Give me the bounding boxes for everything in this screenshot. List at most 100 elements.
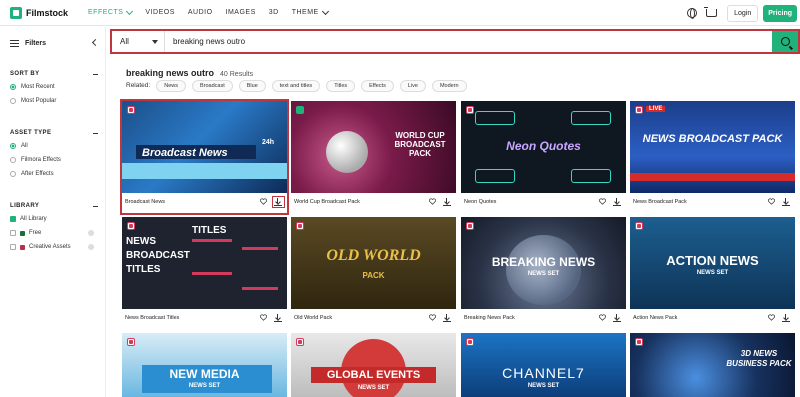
thumb-subtitle: NEWS SET	[357, 385, 390, 391]
tag-titles[interactable]: Titles	[326, 79, 356, 92]
sort-most-popular[interactable]: Most Popular	[10, 94, 98, 108]
heart-icon[interactable]	[429, 314, 436, 321]
result-card[interactable]: ACTION NEWS NEWS SET Action News Pack	[630, 217, 795, 329]
download-icon[interactable]	[613, 314, 621, 322]
card-caption[interactable]: Old World Pack	[294, 315, 332, 321]
login-button[interactable]: Login	[727, 4, 759, 22]
nav-theme[interactable]: THEME	[292, 7, 329, 16]
pricing-button[interactable]: Pricing	[763, 4, 797, 22]
tag-broadcast[interactable]: Broadcast	[191, 79, 233, 92]
top-navigation-bar: Filmstock EFFECTS VIDEOS AUDIO IMAGES 3D…	[0, 0, 800, 26]
download-icon[interactable]	[613, 198, 621, 206]
card-thumbnail[interactable]: ACTION NEWS NEWS SET	[630, 217, 795, 309]
heart-icon[interactable]	[599, 198, 606, 205]
results-title: breaking news outro	[126, 68, 215, 78]
download-icon[interactable]	[782, 314, 790, 322]
asset-type-after-effects[interactable]: After Effects	[10, 167, 98, 181]
asset-type-filmora[interactable]: Filmora Effects	[10, 153, 98, 167]
download-icon[interactable]	[274, 314, 282, 322]
card-thumbnail[interactable]: GLOBAL EVENTS NEWS SET	[291, 333, 456, 397]
search-button[interactable]	[772, 31, 798, 52]
collapse-section-icon[interactable]	[93, 206, 98, 208]
thumb-title: CHANNEL7	[502, 365, 585, 381]
nav-3d[interactable]: 3D	[269, 9, 279, 16]
result-card[interactable]: NEW MEDIA NEWS SET	[122, 333, 287, 397]
tag-live[interactable]: Live	[399, 79, 426, 92]
nav-effects[interactable]: EFFECTS	[88, 7, 134, 16]
card-caption[interactable]: News Broadcast Titles	[125, 315, 179, 321]
card-thumbnail[interactable]: NEW MEDIA NEWS SET	[122, 333, 287, 397]
card-thumbnail[interactable]: CHANNEL7 NEWS SET	[461, 333, 626, 397]
tag-effects[interactable]: Effects	[361, 79, 394, 92]
result-card[interactable]: NEWS BROADCAST TITLES TITLES News Broadc…	[122, 217, 287, 329]
radio-icon	[10, 98, 16, 104]
tag-text-and-titles[interactable]: text and titles	[271, 79, 321, 92]
creative-assets-badge-icon	[296, 338, 304, 346]
result-card[interactable]: Neon Quotes Neon Quotes	[461, 101, 626, 213]
result-card[interactable]: BREAKING NEWS NEWS SET Breaking News Pac…	[461, 217, 626, 329]
result-card[interactable]: Broadcast News 24h Broadcast News	[120, 99, 289, 215]
search-input[interactable]: breaking news outro	[165, 37, 772, 46]
tag-news[interactable]: News	[156, 79, 186, 92]
collapse-section-icon[interactable]	[93, 133, 98, 135]
card-caption[interactable]: World Cup Broadcast Pack	[294, 199, 360, 205]
heart-icon[interactable]	[768, 314, 775, 321]
nav-audio[interactable]: AUDIO	[188, 9, 213, 16]
sort-by-title: SORT BY	[10, 71, 40, 77]
thumb-title: WORLD CUP BROADCAST PACK	[394, 131, 446, 158]
card-thumbnail[interactable]: Neon Quotes	[461, 101, 626, 193]
thumb-title: OLD WORLD	[326, 247, 421, 264]
download-icon[interactable]	[443, 198, 451, 206]
nav-videos[interactable]: VIDEOS	[145, 9, 174, 16]
info-icon[interactable]	[88, 244, 94, 250]
card-thumbnail[interactable]: NEWS BROADCAST TITLES TITLES	[122, 217, 287, 309]
card-thumbnail[interactable]: WORLD CUP BROADCAST PACK	[291, 101, 456, 193]
chevron-down-icon	[126, 7, 134, 15]
card-thumbnail[interactable]: BREAKING NEWS NEWS SET	[461, 217, 626, 309]
library-creative-assets[interactable]: Creative Assets	[10, 240, 98, 254]
cart-icon[interactable]	[704, 7, 718, 17]
heart-icon[interactable]	[429, 198, 436, 205]
sort-most-recent[interactable]: Most Recent	[10, 80, 98, 94]
result-card[interactable]: OLD WORLD PACK Old World Pack	[291, 217, 456, 329]
info-icon[interactable]	[88, 230, 94, 236]
asset-type-title: ASSET TYPE	[10, 130, 52, 136]
download-icon[interactable]	[443, 314, 451, 322]
creative-assets-badge-icon	[635, 106, 643, 114]
library-all[interactable]: All Library	[10, 212, 98, 226]
filmstock-logo[interactable]: Filmstock	[10, 6, 68, 19]
collapse-section-icon[interactable]	[93, 74, 98, 76]
library-free[interactable]: Free	[10, 226, 98, 240]
card-thumbnail[interactable]: 3D NEWS BUSINESS PACK	[630, 333, 795, 397]
sort-by-section: SORT BY Most Recent Most Popular	[10, 68, 98, 108]
results-count: 40 Results	[220, 71, 254, 78]
card-caption[interactable]: News Broadcast Pack	[633, 199, 687, 205]
result-card[interactable]: WORLD CUP BROADCAST PACK World Cup Broad…	[291, 101, 456, 213]
card-caption[interactable]: Action News Pack	[633, 315, 677, 321]
card-caption[interactable]: Neon Quotes	[464, 199, 496, 205]
checkbox-icon	[10, 216, 16, 222]
heart-icon[interactable]	[768, 198, 775, 205]
result-card[interactable]: NEWS BROADCAST PACK LIVE News Broadcast …	[630, 101, 795, 213]
card-thumbnail[interactable]: OLD WORLD PACK	[291, 217, 456, 309]
asset-type-all[interactable]: All	[10, 139, 98, 153]
heart-icon[interactable]	[260, 314, 267, 321]
collapse-sidebar-icon[interactable]	[91, 38, 100, 47]
heart-icon[interactable]	[260, 198, 267, 205]
card-caption[interactable]: Breaking News Pack	[464, 315, 515, 321]
tag-modern[interactable]: Modern	[431, 79, 467, 92]
heart-icon[interactable]	[599, 314, 606, 321]
search-scope-select[interactable]: All	[112, 31, 165, 52]
nav-images[interactable]: IMAGES	[226, 9, 256, 16]
creative-assets-badge-icon	[635, 222, 643, 230]
result-card[interactable]: GLOBAL EVENTS NEWS SET	[291, 333, 456, 397]
result-card[interactable]: 3D NEWS BUSINESS PACK	[630, 333, 795, 397]
card-thumbnail[interactable]: Broadcast News 24h	[122, 101, 287, 193]
download-icon[interactable]	[782, 198, 790, 206]
tag-blue[interactable]: Blue	[238, 79, 266, 92]
card-caption[interactable]: Broadcast News	[125, 199, 165, 205]
globe-icon[interactable]	[687, 8, 698, 19]
result-card[interactable]: CHANNEL7 NEWS SET	[461, 333, 626, 397]
main-nav: EFFECTS VIDEOS AUDIO IMAGES 3D THEME	[88, 7, 329, 16]
card-thumbnail[interactable]: NEWS BROADCAST PACK LIVE	[630, 101, 795, 193]
